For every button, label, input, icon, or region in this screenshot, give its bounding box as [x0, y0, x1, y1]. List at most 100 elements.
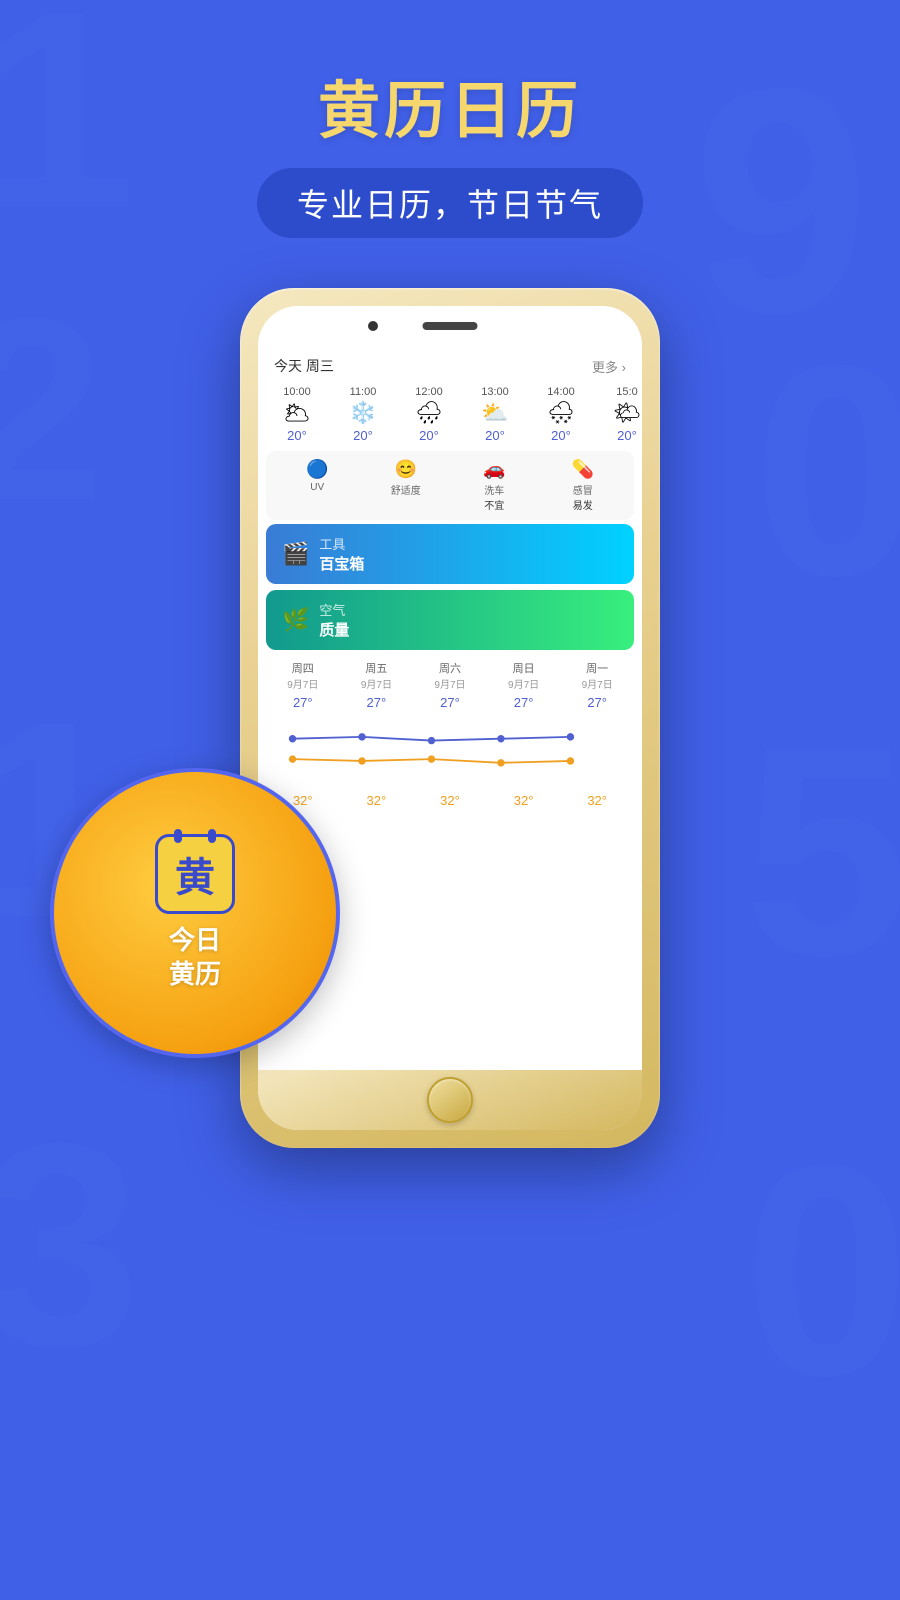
uv-label: UV: [310, 482, 324, 493]
phone-frame: 今天 周三 更多 › 10:00 🌥 20° 11:00 ❄️ 20°: [240, 288, 660, 1148]
life-index-row: 🔵 UV 😊 舒适度 🚗 洗车 不宜 💊 感冒: [266, 451, 634, 520]
weather-icon: 🌥: [283, 402, 311, 424]
low-temp: 32°: [367, 793, 387, 808]
carwash-icon: 🚗: [483, 459, 505, 480]
week-mon: 周一 9月7日 27°: [562, 660, 632, 710]
calendar-ring-right: [208, 829, 216, 843]
phone-notch: [258, 306, 642, 346]
low-temp-mon: 32°: [562, 791, 632, 808]
hour-temp: 20°: [287, 428, 307, 443]
more-link[interactable]: 更多 ›: [592, 357, 626, 376]
weekly-forecast: 周四 9月7日 27° 周五 9月7日 27° 周六 9月7日 27°: [258, 650, 642, 818]
tools-icon: 🎬: [282, 541, 309, 567]
air-icon: 🌿: [282, 607, 309, 633]
weather-icon: ❄️: [349, 402, 376, 424]
air-sub: 质量: [319, 619, 349, 640]
temperature-chart: [266, 714, 634, 787]
week-high: 27°: [293, 695, 313, 710]
hour-item: 14:00 🌨 20°: [528, 382, 594, 447]
week-date: 9月7日: [582, 676, 613, 691]
low-temp: 32°: [514, 793, 534, 808]
week-day: 周一: [586, 660, 608, 676]
week-date: 9月7日: [361, 676, 392, 691]
week-day: 周日: [513, 660, 535, 676]
week-thu: 周四 9月7日 27°: [268, 660, 338, 710]
app-title: 黄历日历: [0, 60, 900, 150]
hour-time: 11:00: [350, 386, 377, 398]
app-header: 黄历日历 专业日历，节日节气: [0, 0, 900, 238]
home-button[interactable]: [427, 1077, 473, 1123]
hourly-weather: 10:00 🌥 20° 11:00 ❄️ 20° 12:00 🌧 20°: [258, 382, 642, 447]
hour-temp: 20°: [353, 428, 373, 443]
weather-icon: 🌨: [547, 402, 575, 424]
calendar-char: 黄: [175, 845, 215, 903]
phone-mockup: 今天 周三 更多 › 10:00 🌥 20° 11:00 ❄️ 20°: [0, 288, 900, 1148]
low-temp-sat: 32°: [415, 791, 485, 808]
circle-label: 今日 黄历: [169, 924, 221, 992]
phone-screen: 今天 周三 更多 › 10:00 🌥 20° 11:00 ❄️ 20°: [258, 306, 642, 1130]
low-temp: 32°: [293, 793, 313, 808]
hour-time: 12:00: [415, 386, 443, 398]
week-sat: 周六 9月7日 27°: [415, 660, 485, 710]
week-high: 27°: [514, 695, 534, 710]
hour-item: 15:0 🌤 20°: [594, 382, 642, 447]
week-sun: 周日 9月7日 27°: [489, 660, 559, 710]
phone-bottom-bar: [258, 1070, 642, 1130]
week-date: 9月7日: [434, 676, 465, 691]
low-temp-fri: 32°: [341, 791, 411, 808]
tools-sub: 百宝箱: [319, 553, 364, 574]
cold-label: 感冒: [573, 482, 593, 497]
hour-item: 10:00 🌥 20°: [264, 382, 330, 447]
week-high: 27°: [367, 695, 387, 710]
life-item-cold: 💊 感冒 易发: [544, 459, 623, 512]
low-temp: 32°: [587, 793, 607, 808]
tools-button[interactable]: 🎬 工具 百宝箱: [266, 524, 634, 584]
cold-value: 易发: [573, 497, 593, 512]
uv-icon: 🔵: [306, 459, 328, 480]
app-subtitle: 专业日历，节日节气: [297, 187, 603, 223]
hour-temp: 20°: [551, 428, 571, 443]
almanac-circle[interactable]: 黄 今日 黄历: [50, 768, 340, 1058]
today-bar: 今天 周三 更多 ›: [258, 346, 642, 382]
week-day: 周四: [292, 660, 314, 676]
air-main: 空气: [319, 600, 349, 619]
hour-time: 15:0: [616, 386, 637, 398]
week-day: 周五: [365, 660, 387, 676]
hour-time: 13:00: [481, 386, 509, 398]
low-temp-row: 32° 32° 32° 32° 32°: [266, 787, 634, 812]
comfort-label: 舒适度: [391, 482, 421, 497]
air-text: 空气 质量: [319, 600, 349, 640]
week-row: 周四 9月7日 27° 周五 9月7日 27° 周六 9月7日 27°: [266, 656, 634, 714]
weather-icon: 🌤: [613, 402, 641, 424]
life-item-uv: 🔵 UV: [278, 459, 357, 512]
comfort-icon: 😊: [395, 459, 417, 480]
tools-main: 工具: [319, 534, 364, 553]
week-high: 27°: [440, 695, 460, 710]
hour-item: 12:00 🌧 20°: [396, 382, 462, 447]
calendar-ring-left: [174, 829, 182, 843]
carwash-label: 洗车: [484, 482, 504, 497]
week-date: 9月7日: [287, 676, 318, 691]
weather-icon: ⛅: [481, 402, 508, 424]
calendar-icon-box: 黄: [155, 834, 235, 914]
hour-temp: 20°: [419, 428, 439, 443]
feature-buttons: 🎬 工具 百宝箱 🌿 空气 质量: [266, 524, 634, 650]
carwash-value: 不宜: [484, 497, 504, 512]
low-temp: 32°: [440, 793, 460, 808]
temp-svg: [274, 718, 626, 778]
cold-icon: 💊: [572, 459, 594, 480]
week-date: 9月7日: [508, 676, 539, 691]
today-label: 今天 周三: [274, 356, 334, 376]
week-high: 27°: [587, 695, 607, 710]
camera-dot: [368, 321, 378, 331]
life-item-carwash: 🚗 洗车 不宜: [455, 459, 534, 512]
hour-temp: 20°: [485, 428, 505, 443]
air-quality-button[interactable]: 🌿 空气 质量: [266, 590, 634, 650]
life-item-comfort: 😊 舒适度: [367, 459, 446, 512]
subtitle-wrap: 专业日历，节日节气: [257, 168, 643, 238]
low-temp-sun: 32°: [489, 791, 559, 808]
hour-time: 14:00: [547, 386, 575, 398]
hour-temp: 20°: [617, 428, 637, 443]
weather-icon: 🌧: [415, 402, 443, 424]
hour-item: 13:00 ⛅ 20°: [462, 382, 528, 447]
